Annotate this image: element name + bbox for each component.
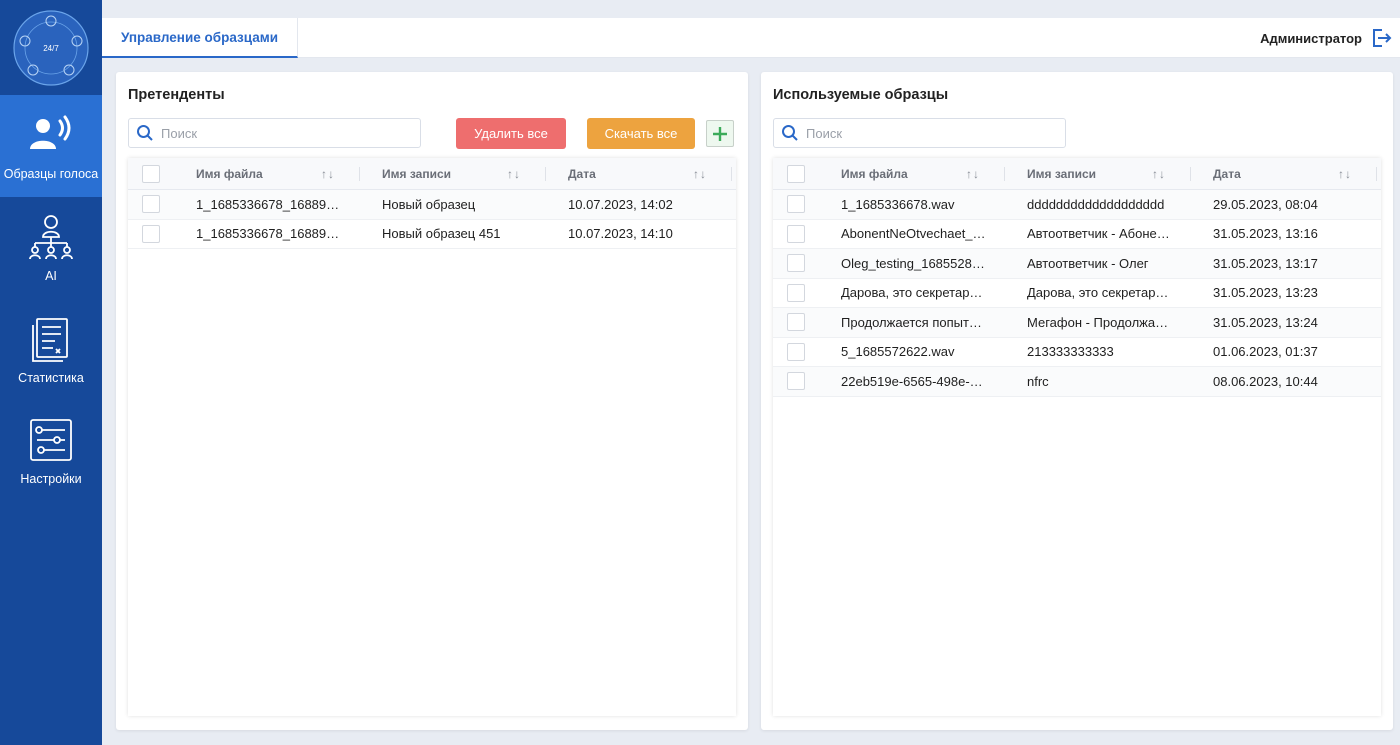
- column-header-date[interactable]: Дата ↑↓: [546, 158, 732, 190]
- table-row[interactable]: 1_1685336678_16889… Новый образец 451 10…: [128, 220, 736, 249]
- table-header: Имя файла ↑↓ Имя записи ↑↓ Дата ↑↓: [128, 158, 736, 190]
- candidates-title: Претенденты: [128, 87, 225, 103]
- cell-filename: 22eb519e-6565-498e-…: [841, 373, 983, 389]
- cell-record-name: Дарова, это секретар…: [1027, 285, 1169, 301]
- cell-date: 08.06.2023, 10:44: [1213, 373, 1318, 389]
- used-samples-rows: 1_1685336678.wav ddddddddddddddddddd 29.…: [773, 190, 1381, 397]
- column-header-date[interactable]: Дата ↑↓: [1191, 158, 1377, 190]
- table-row[interactable]: 1_1685336678_16889… Новый образец 10.07.…: [128, 190, 736, 220]
- row-checkbox[interactable]: [142, 224, 160, 243]
- sort-icon[interactable]: ↑↓: [507, 167, 521, 181]
- sort-icon[interactable]: ↑↓: [966, 167, 980, 181]
- row-checkbox[interactable]: [142, 195, 160, 214]
- tab-sample-management[interactable]: Управление образцами: [102, 18, 298, 58]
- used-samples-panel: Используемые образцы Имя файла↑↓ Имя зап…: [761, 72, 1393, 730]
- cell-filename: 1_1685336678.wav: [841, 196, 955, 212]
- column-header-filename[interactable]: Имя файла ↑↓: [819, 158, 1005, 190]
- row-checkbox[interactable]: [787, 283, 805, 302]
- table-row[interactable]: 1_1685336678.wav ddddddddddddddddddd 29.…: [773, 190, 1381, 220]
- cell-filename: Oleg_testing_1685528…: [841, 255, 985, 271]
- logo-24-7: 24/7: [11, 9, 91, 87]
- cell-filename: Дарова, это секретар…: [841, 285, 983, 301]
- ai-network-icon: [27, 213, 75, 261]
- cell-date: 31.05.2023, 13:17: [1213, 255, 1318, 271]
- table-row[interactable]: AbonentNeOtvechaet_… Автоответчик - Абон…: [773, 220, 1381, 249]
- used-samples-title: Используемые образцы: [773, 87, 949, 103]
- table-header: Имя файла ↑↓ Имя записи ↑↓ Дата ↑↓: [773, 158, 1381, 190]
- user-name: Администратор: [1260, 30, 1362, 46]
- cell-filename: AbonentNeOtvechaet_…: [841, 226, 986, 242]
- sidebar-item-ai[interactable]: AI: [0, 197, 102, 299]
- used-samples-table: Имя файла ↑↓ Имя записи ↑↓ Дата ↑↓ 1_168533…: [773, 158, 1381, 716]
- select-all-checkbox[interactable]: [142, 164, 160, 183]
- cell-record-name: Мегафон - Продолжа…: [1027, 314, 1169, 330]
- search-input[interactable]: [806, 125, 1046, 141]
- sidebar-item-settings[interactable]: Настройки: [0, 400, 102, 502]
- cell-filename: 5_1685572622.wav: [841, 344, 955, 360]
- table-row[interactable]: 5_1685572622.wav 213333333333 01.06.2023…: [773, 338, 1381, 367]
- logo-text: 24/7: [43, 44, 59, 53]
- column-header-record-name[interactable]: Имя записи ↑↓: [1005, 158, 1191, 190]
- row-checkbox[interactable]: [787, 342, 805, 361]
- sidebar-item-label: AI: [45, 269, 57, 283]
- cell-record-name: Автоответчик - Абоне…: [1027, 226, 1170, 242]
- logout-icon[interactable]: [1370, 27, 1392, 49]
- plus-icon: [713, 126, 727, 141]
- table-row[interactable]: Продолжается попыт… Мегафон - Продолжа… …: [773, 308, 1381, 338]
- cell-record-name: Новый образец 451: [382, 226, 501, 242]
- cell-record-name: nfrc: [1027, 373, 1049, 389]
- sidebar-item-statistics[interactable]: Статистика: [0, 299, 102, 401]
- candidates-rows: 1_1685336678_16889… Новый образец 10.07.…: [128, 190, 736, 249]
- cell-date: 10.07.2023, 14:02: [568, 196, 673, 212]
- download-all-button[interactable]: Скачать все: [587, 118, 695, 149]
- cell-record-name: Новый образец: [382, 196, 476, 212]
- search-input[interactable]: [161, 125, 401, 141]
- candidates-table: Имя файла ↑↓ Имя записи ↑↓ Дата ↑↓ 1_168533…: [128, 158, 736, 716]
- cell-date: 31.05.2023, 13:23: [1213, 285, 1318, 301]
- select-all-checkbox[interactable]: [787, 164, 805, 183]
- row-checkbox[interactable]: [787, 313, 805, 332]
- settings-sliders-icon: [27, 416, 75, 464]
- column-header-filename[interactable]: Имя файла ↑↓: [174, 158, 360, 190]
- search-icon: [774, 118, 806, 148]
- column-header-record-name[interactable]: Имя записи ↑↓: [360, 158, 546, 190]
- cell-date: 01.06.2023, 01:37: [1213, 344, 1318, 360]
- cell-date: 29.05.2023, 08:04: [1213, 196, 1318, 212]
- cell-filename: Продолжается попыт…: [841, 314, 982, 330]
- row-checkbox[interactable]: [787, 254, 805, 273]
- search-icon: [129, 118, 161, 148]
- sidebar-item-label: Образцы голоса: [3, 167, 99, 181]
- row-checkbox[interactable]: [787, 224, 805, 243]
- sort-icon[interactable]: ↑↓: [1152, 167, 1166, 181]
- sort-icon[interactable]: ↑↓: [693, 167, 707, 181]
- cell-record-name: ddddddddddddddddddd: [1027, 196, 1165, 212]
- table-row[interactable]: Oleg_testing_1685528… Автоответчик - Оле…: [773, 249, 1381, 279]
- row-checkbox[interactable]: [787, 195, 805, 214]
- table-row[interactable]: Дарова, это секретар… Дарова, это секрет…: [773, 279, 1381, 308]
- cell-date: 31.05.2023, 13:24: [1213, 314, 1318, 330]
- sidebar-item-label: Настройки: [20, 472, 82, 486]
- cell-date: 10.07.2023, 14:10: [568, 226, 673, 242]
- candidates-panel: Претенденты Удалить все Скачать все Имя …: [116, 72, 748, 730]
- voice-icon: [27, 111, 75, 159]
- sidebar-item-voice-samples[interactable]: Образцы голоса: [0, 95, 102, 197]
- cell-date: 31.05.2023, 13:16: [1213, 226, 1318, 242]
- cell-record-name: 213333333333: [1027, 344, 1114, 360]
- top-bar: Управление образцами Администратор: [102, 18, 1400, 58]
- used-samples-search: [773, 118, 1066, 148]
- table-row[interactable]: 22eb519e-6565-498e-… nfrc 08.06.2023, 10…: [773, 367, 1381, 397]
- statistics-icon: [27, 315, 75, 363]
- cell-filename: 1_1685336678_16889…: [196, 196, 340, 212]
- delete-all-button[interactable]: Удалить все: [456, 118, 566, 149]
- cell-filename: 1_1685336678_16889…: [196, 226, 340, 242]
- candidates-search: [128, 118, 421, 148]
- sidebar-item-label: Статистика: [18, 371, 84, 385]
- cell-record-name: Автоответчик - Олег: [1027, 255, 1149, 271]
- sort-icon[interactable]: ↑↓: [321, 167, 335, 181]
- sidebar: 24/7 Образцы голоса AI Статистика Настро…: [0, 0, 102, 745]
- sort-icon[interactable]: ↑↓: [1338, 167, 1352, 181]
- row-checkbox[interactable]: [787, 372, 805, 391]
- add-button[interactable]: [706, 120, 734, 147]
